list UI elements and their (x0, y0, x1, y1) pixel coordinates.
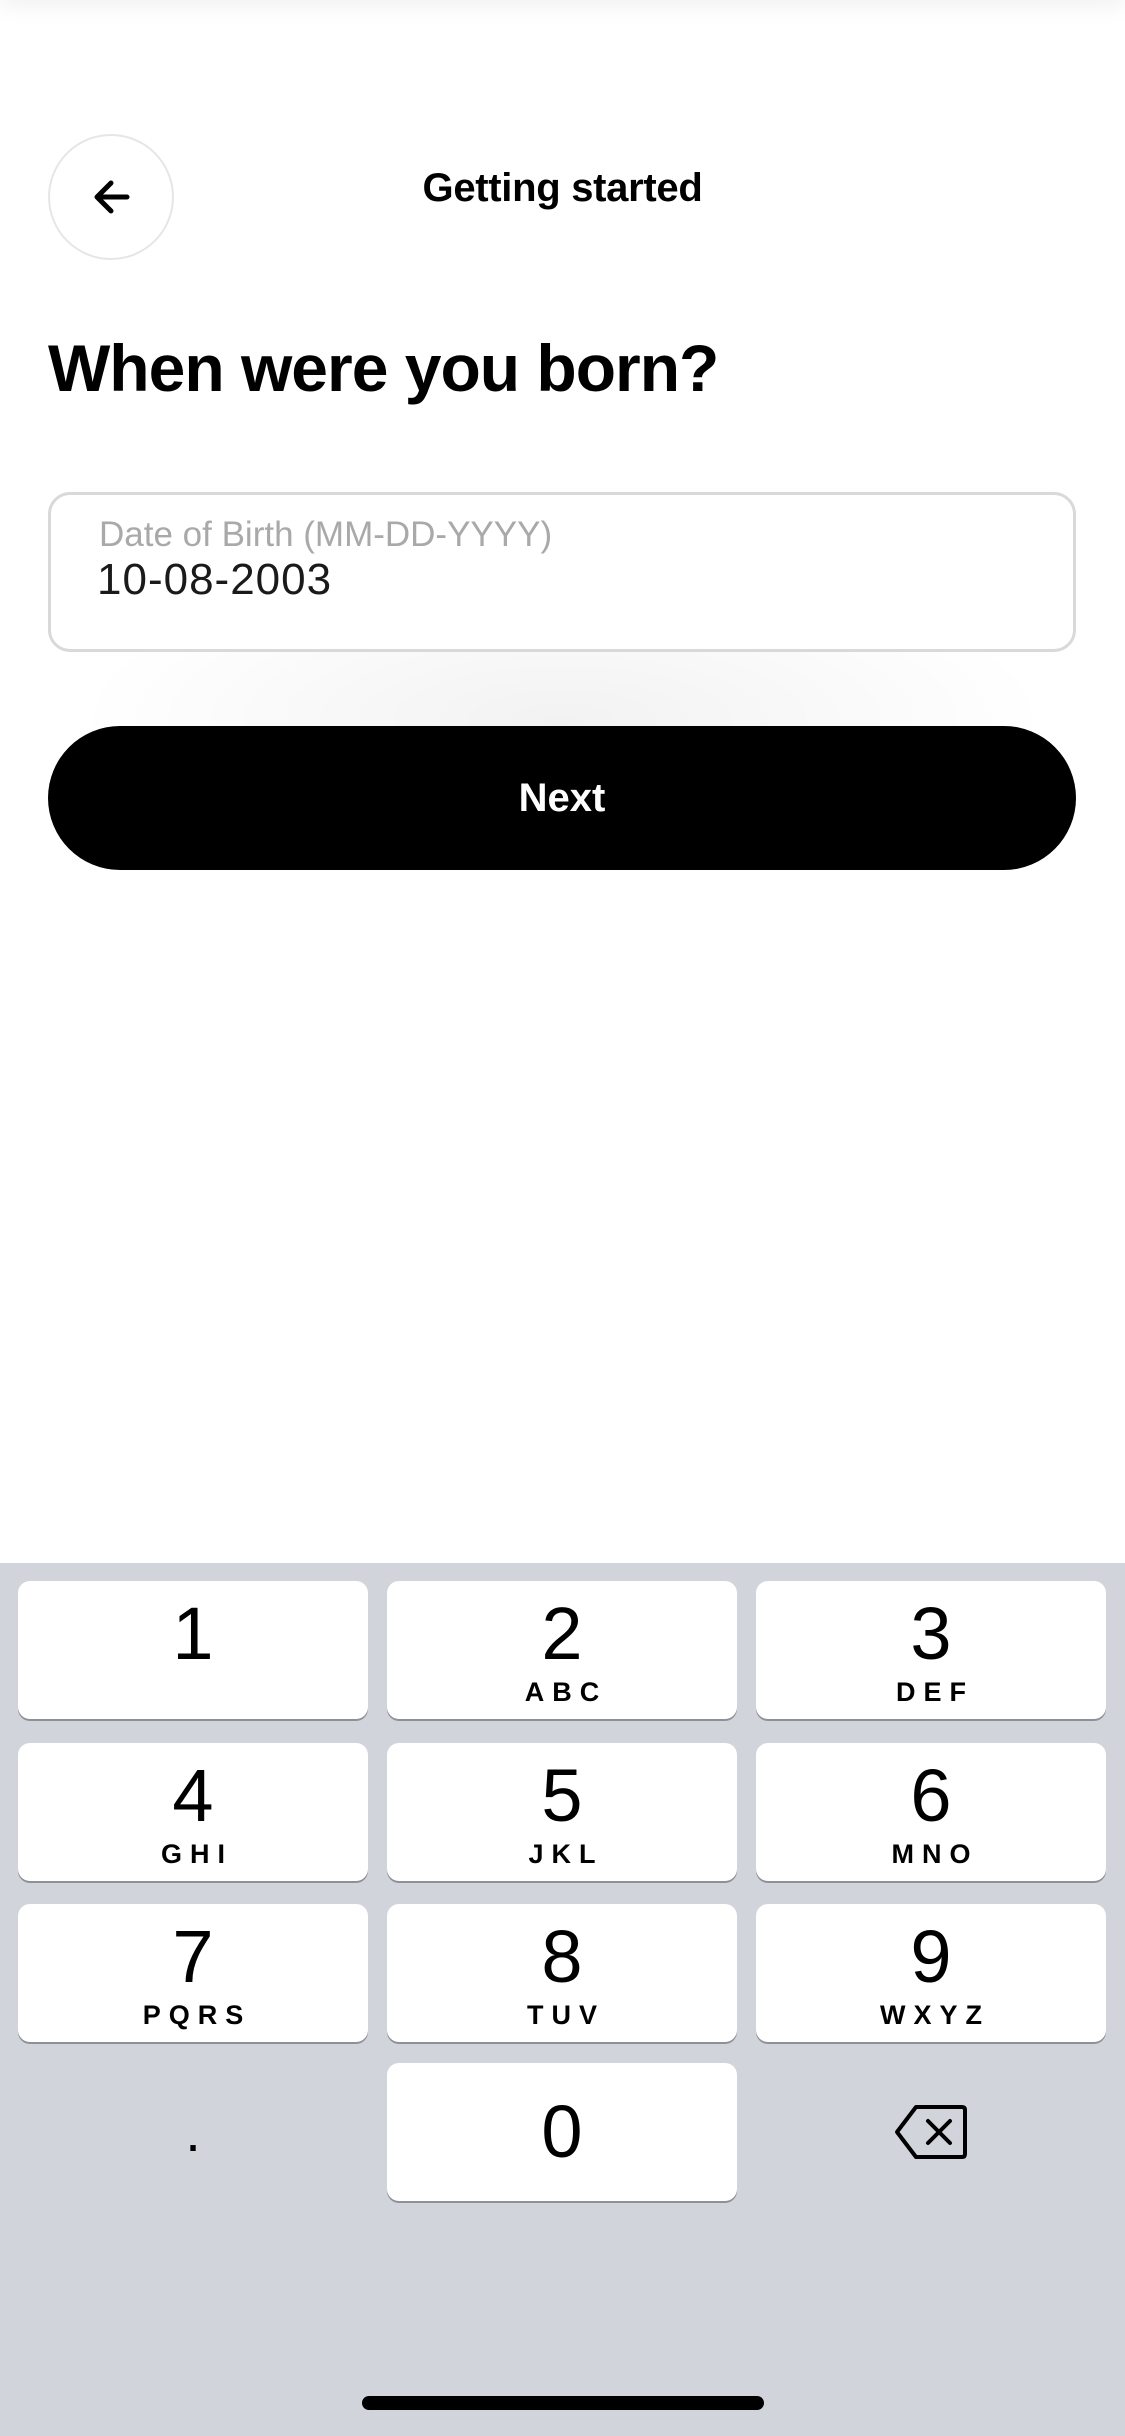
key-digit: 3 (910, 1592, 952, 1675)
date-of-birth-field[interactable]: Date of Birth (MM-DD-YYYY) 10-08-2003 (48, 492, 1076, 652)
key-letters: WXYZ (880, 2000, 990, 2030)
key-digit: 9 (910, 1915, 952, 1998)
key-1[interactable]: 1 (18, 1581, 368, 1719)
key-digit: 1 (172, 1592, 214, 1675)
key-3[interactable]: 3 DEF (756, 1581, 1106, 1719)
key-8[interactable]: 8 TUV (387, 1904, 737, 2042)
home-indicator[interactable] (362, 2396, 764, 2410)
page-title: Getting started (422, 166, 703, 210)
key-0[interactable]: 0 (387, 2063, 737, 2201)
decimal-key[interactable]: . (18, 2063, 368, 2201)
key-letters: GHI (160, 1839, 233, 1869)
delete-key[interactable] (756, 2063, 1106, 2201)
key-letters: TUV (527, 2000, 605, 2030)
key-digit: 6 (910, 1754, 952, 1837)
key-digit: 4 (172, 1754, 214, 1837)
delete-backspace-icon (895, 2105, 967, 2159)
numeric-keypad: 1 2 ABC 3 DEF 4 GHI 5 JKL 6 MNO 7 PQRS 8… (0, 1563, 1125, 2436)
key-letters: MNO (891, 1839, 979, 1869)
key-7[interactable]: 7 PQRS (18, 1904, 368, 2042)
key-4[interactable]: 4 GHI (18, 1743, 368, 1881)
key-letters: PQRS (142, 2000, 252, 2030)
key-6[interactable]: 6 MNO (756, 1743, 1106, 1881)
next-button[interactable]: Next (48, 726, 1076, 870)
key-digit: 0 (541, 2090, 583, 2173)
key-digit: 5 (541, 1754, 583, 1837)
birth-question-heading: When were you born? (48, 331, 719, 405)
key-5[interactable]: 5 JKL (387, 1743, 737, 1881)
key-letters: DEF (896, 1677, 974, 1707)
date-of-birth-label: Date of Birth (MM-DD-YYYY) (99, 515, 553, 554)
key-digit: 2 (541, 1592, 583, 1675)
key-digit: 8 (541, 1915, 583, 1998)
key-digit: 7 (172, 1915, 214, 1998)
key-letters: JKL (528, 1839, 604, 1869)
key-letters: ABC (524, 1677, 608, 1707)
date-of-birth-value[interactable]: 10-08-2003 (97, 555, 332, 605)
key-2[interactable]: 2 ABC (387, 1581, 737, 1719)
key-9[interactable]: 9 WXYZ (756, 1904, 1106, 2042)
